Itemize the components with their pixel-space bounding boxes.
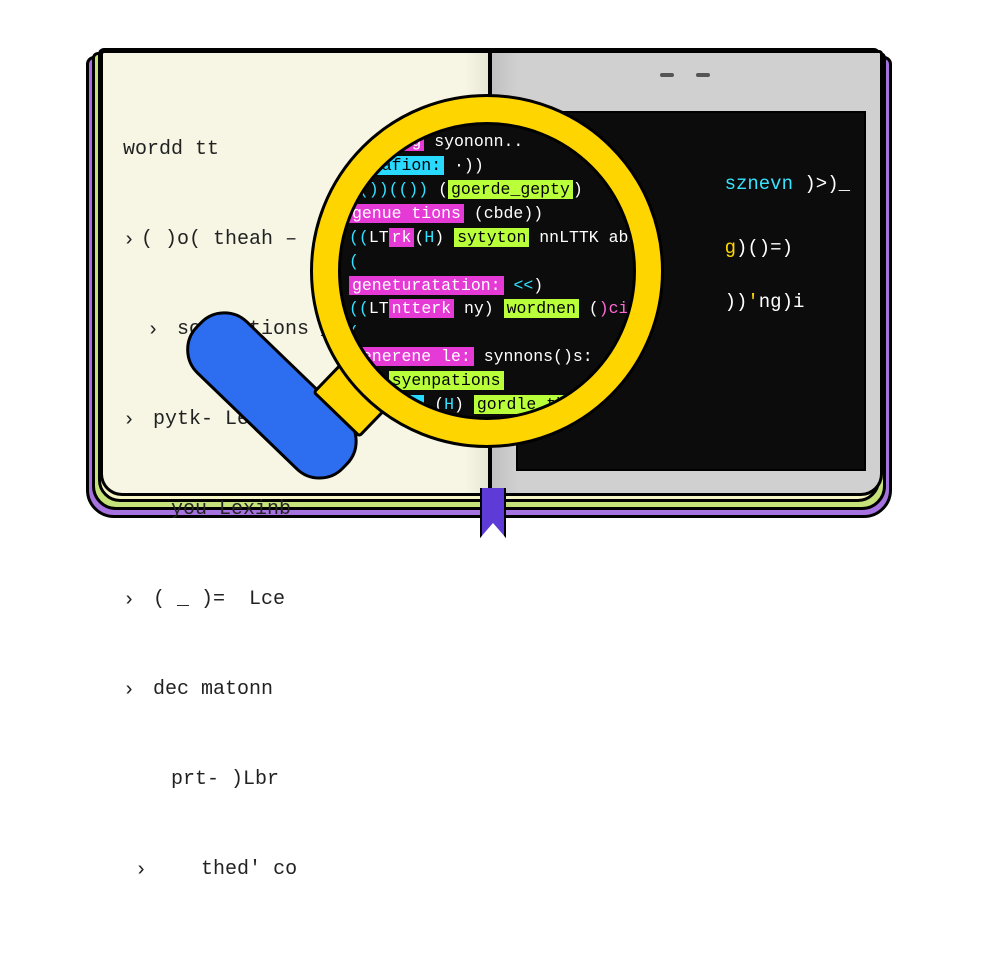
book-right-page-device: sznevn )>)_ g)()=) ))'ng)i [490,50,883,496]
left-page-title: wordd tt [123,135,473,165]
terminal-text: sznevn )>)_ g)()=) ))'ng)i [725,173,850,327]
left-page-text: wordd tt ›( )o( theah – › sondrations _ … [103,53,493,967]
terminal-panel: sznevn )>)_ g)()=) ))'ng)i [516,111,866,471]
book-spine [488,52,492,490]
device-speaker-icon [659,73,711,79]
bookmark-ribbon-icon [480,488,506,538]
book-left-page: wordd tt ›( )o( theah – › sondrations _ … [100,50,493,496]
